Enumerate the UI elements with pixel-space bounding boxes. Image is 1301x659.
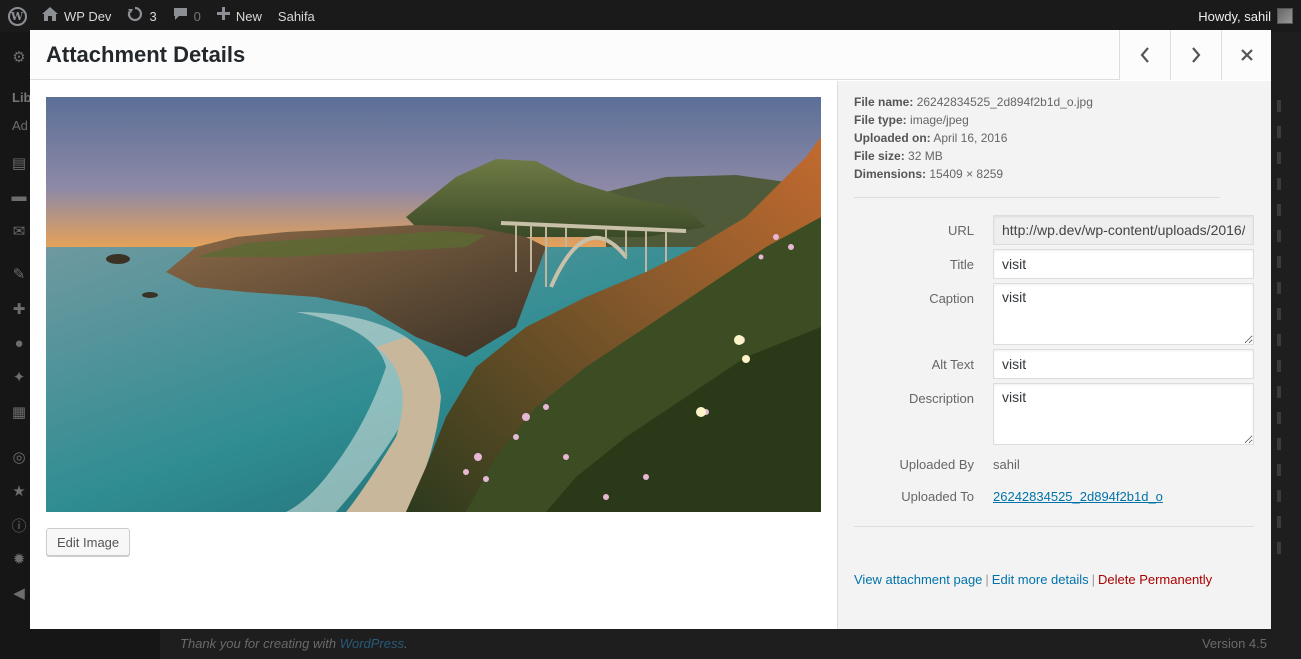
chevron-right-icon	[1192, 47, 1201, 63]
wordpress-link[interactable]: WordPress	[340, 636, 404, 651]
next-button[interactable]	[1170, 30, 1221, 80]
file-name-label: File name:	[854, 95, 914, 109]
home-icon	[42, 6, 58, 26]
site-name-label: WP Dev	[64, 8, 112, 24]
collapse-icon: ◀	[13, 585, 25, 602]
file-name-value: 26242834525_2d894f2b1d_o.jpg	[916, 95, 1093, 109]
theme-label: Sahifa	[277, 8, 315, 24]
star-icon: ★	[12, 483, 26, 500]
updates-icon	[127, 6, 143, 27]
comment-icon	[173, 7, 188, 26]
sidebar-item-add-new: Ad	[12, 118, 28, 133]
file-type-row: File type: image/jpeg	[854, 111, 1093, 129]
gear-icon: ✹	[12, 551, 26, 568]
new-content-link[interactable]: New	[209, 0, 270, 32]
appearance-icon: ✎	[12, 266, 26, 283]
admin-bar: W WP Dev 3 0 New Sahifa Howdy, sahil	[0, 0, 1301, 32]
uploaded-by-label: Uploaded By	[899, 457, 974, 472]
avatar	[1277, 8, 1293, 24]
site-name-link[interactable]: WP Dev	[34, 0, 119, 32]
sidebar-item-library: Lib	[12, 90, 32, 105]
uploaded-on-label: Uploaded on:	[854, 131, 931, 145]
edit-image-button[interactable]: Edit Image	[46, 528, 131, 556]
attachment-actions: View attachment page | Edit more details | D…	[854, 572, 1212, 587]
plugins-icon: ✚	[12, 301, 26, 318]
background-list-markers	[1277, 100, 1281, 568]
pages-icon: ▤	[11, 155, 27, 172]
close-button[interactable]	[1221, 30, 1271, 80]
caption-label: Caption	[929, 291, 974, 306]
plus-icon	[216, 7, 230, 25]
attachment-details-modal: Attachment Details Edit Image File name:…	[30, 30, 1271, 629]
title-label: Title	[949, 257, 974, 272]
instagram-icon: ◎	[12, 449, 26, 466]
description-field[interactable]: visit	[993, 383, 1254, 445]
url-field[interactable]	[993, 215, 1254, 245]
wordpress-logo-icon[interactable]: W	[0, 0, 34, 32]
file-type-value: image/jpeg	[910, 113, 969, 127]
footer-version: Version 4.5	[1201, 636, 1267, 651]
updates-link[interactable]: 3	[119, 0, 164, 32]
file-size-row: File size: 32 MB	[854, 147, 1093, 165]
my-account[interactable]: Howdy, sahil	[1198, 8, 1301, 24]
modal-title: Attachment Details	[46, 42, 246, 67]
uploaded-on-row: Uploaded on: April 16, 2016	[854, 129, 1093, 147]
footer-text: Thank you for creating with	[180, 636, 340, 651]
actions-separator: |	[985, 572, 989, 587]
info-icon: ⓘ	[11, 517, 27, 535]
previous-button[interactable]	[1119, 30, 1170, 80]
mail-icon: ✉	[12, 223, 26, 240]
alt-text-label: Alt Text	[931, 357, 974, 372]
modal-header: Attachment Details	[30, 30, 1271, 80]
info-divider	[854, 197, 1220, 198]
theme-link[interactable]: Sahifa	[270, 0, 323, 32]
file-size-label: File size:	[854, 149, 905, 163]
greeting-label: Howdy, sahil	[1198, 8, 1271, 24]
updates-count: 3	[149, 8, 157, 24]
tools-icon: ✦	[12, 369, 26, 386]
dashboard-icon: ⚙	[12, 49, 26, 66]
new-label: New	[235, 8, 262, 24]
actions-divider	[854, 526, 1254, 527]
dimensions-label: Dimensions:	[854, 167, 927, 181]
file-name-row: File name: 26242834525_2d894f2b1d_o.jpg	[854, 93, 1093, 111]
actions-separator: |	[1091, 572, 1096, 587]
uploaded-on-value: April 16, 2016	[933, 131, 1008, 145]
attachment-info-column: File name: 26242834525_2d894f2b1d_o.jpg …	[837, 81, 1271, 629]
attachment-image	[46, 97, 821, 512]
uploaded-by-value: sahil	[993, 457, 1020, 472]
users-icon: ●	[14, 334, 24, 352]
title-field[interactable]	[993, 249, 1254, 279]
dimensions-value: 15409 × 8259	[929, 167, 1004, 181]
file-type-label: File type:	[854, 113, 907, 127]
footer-period: .	[404, 636, 408, 651]
file-info: File name: 26242834525_2d894f2b1d_o.jpg …	[854, 93, 1093, 183]
alt-text-field[interactable]	[993, 349, 1254, 379]
comments-link[interactable]: 0	[165, 0, 209, 32]
edit-more-details-link[interactable]: Edit more details	[992, 572, 1089, 587]
url-label: URL	[947, 223, 974, 238]
footer-thank-you: Thank you for creating with WordPress.	[180, 636, 408, 651]
delete-permanently-link[interactable]: Delete Permanently	[1098, 572, 1212, 587]
close-icon	[1240, 49, 1253, 61]
description-label: Description	[908, 391, 974, 406]
view-attachment-page-link[interactable]: View attachment page	[854, 572, 982, 587]
uploaded-to-link[interactable]: 26242834525_2d894f2b1d_o	[993, 489, 1163, 504]
caption-field[interactable]: visit	[993, 283, 1254, 345]
comments-count: 0	[193, 8, 201, 24]
media-preview-column: Edit Image	[30, 81, 837, 629]
settings-icon: ▦	[11, 404, 27, 421]
uploaded-to-label: Uploaded To	[901, 489, 974, 504]
file-size-value: 32 MB	[908, 149, 943, 163]
chevron-left-icon	[1140, 47, 1149, 63]
dimensions-row: Dimensions: 15409 × 8259	[854, 165, 1093, 183]
comments-icon: ▬	[11, 187, 27, 205]
